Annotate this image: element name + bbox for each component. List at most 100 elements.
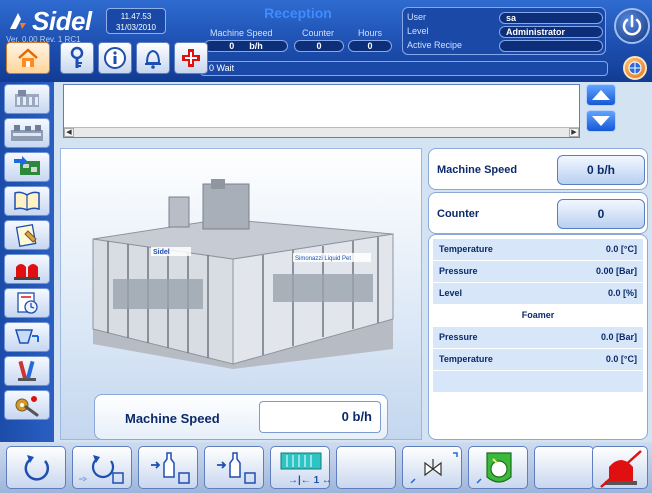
machine-speed-unit: b/h [249, 41, 263, 51]
brand-name: Sidel [32, 6, 92, 36]
machine-speed-card-label: Machine Speed [437, 164, 518, 176]
clock-report-icon [17, 292, 38, 314]
single-step-button[interactable]: →|← 1 ↔ [270, 446, 331, 489]
param-row-empty [433, 371, 643, 392]
nav-recipe[interactable] [4, 220, 50, 250]
emergency-stop-icon [600, 450, 642, 488]
io-board-icon [14, 156, 40, 175]
scroll-right-arrow[interactable]: ▶ [569, 128, 579, 137]
bell-icon [145, 49, 161, 69]
bottom-toolbar: →|← 1 ↔ [0, 442, 652, 493]
message-list-hscrollbar[interactable]: ◀ ▶ [64, 127, 579, 137]
scroll-left-arrow[interactable]: ◀ [64, 128, 74, 137]
machine-speed-value: 0 [229, 41, 235, 51]
filler-machine-image: Sidel Simonazzi Liquid Pet [92, 179, 394, 369]
bottle-feed-icon [151, 452, 190, 484]
info-icon [104, 47, 126, 69]
alarm-lights-icon [14, 264, 40, 280]
home-icon [18, 48, 38, 67]
param-row-empty [433, 393, 643, 414]
active-recipe-value [499, 40, 603, 52]
reset-cycle-icon [24, 455, 50, 481]
settings-wrench-icon [15, 396, 39, 417]
language-button[interactable] [623, 56, 647, 80]
machine-speed-panel-label: Machine Speed [125, 411, 220, 426]
cycle-start-button[interactable] [72, 446, 132, 489]
page-title: Reception [264, 5, 332, 21]
home-button[interactable] [6, 42, 50, 74]
counter-card-label: Counter [437, 208, 480, 220]
counter-readout: 0 [294, 40, 344, 52]
emergency-stop-button[interactable] [592, 446, 648, 489]
scroll-up-button[interactable] [586, 84, 616, 106]
message-list[interactable]: ◀ ▶ [63, 84, 580, 138]
hours-label: Hours [358, 28, 383, 38]
power-button[interactable] [614, 8, 650, 44]
nav-production-line[interactable] [4, 118, 50, 148]
single-step-icon: →|← 1 ↔ [280, 452, 331, 486]
header-counters: Machine Speed Counter Hours 0 b/h 0 0 [200, 26, 396, 52]
param-row: Pressure 0.00 [Bar] [433, 261, 643, 282]
cycle-start-icon [79, 455, 124, 484]
machine-speed-panel-value: 0 b/h [259, 401, 381, 433]
info-button[interactable] [98, 42, 132, 74]
param-value: 0.0 [°C] [605, 244, 637, 254]
bottle-empty-button[interactable] [204, 446, 264, 489]
manual-book-icon [14, 191, 40, 211]
param-value: 0.0 [°C] [605, 354, 637, 364]
alarms-bell-button[interactable] [136, 42, 170, 74]
param-label: Pressure [439, 266, 478, 276]
nav-clock-report[interactable] [4, 288, 50, 318]
level-label: Level [407, 26, 429, 36]
nav-alarm-lights[interactable] [4, 254, 50, 284]
nav-settings-wrench[interactable] [4, 390, 50, 420]
green-release-button[interactable] [468, 446, 528, 489]
machine-speed-panel: Machine Speed 0 b/h [94, 394, 388, 440]
param-label: Temperature [439, 244, 493, 254]
recipe-icon [15, 223, 37, 247]
param-value: 0.0 [%] [607, 288, 637, 298]
arrow-up-icon [592, 90, 610, 100]
nav-machine-overview[interactable] [4, 84, 50, 114]
login-key-button[interactable] [60, 42, 94, 74]
user-info-box: User sa Level Administrator Active Recip… [402, 7, 606, 55]
valve-button[interactable] [402, 446, 462, 489]
key-icon [70, 46, 84, 68]
first-aid-button[interactable] [174, 42, 208, 74]
bottle-empty-icon [217, 452, 256, 484]
green-release-icon [476, 452, 512, 484]
sidel-logo: Sidel Ver. 0.00 Rev. 1 RC1 [6, 5, 104, 44]
machine-brand-text: Simonazzi Liquid Pet [295, 256, 351, 262]
user-label: User [407, 12, 427, 22]
hours-readout: 0 [348, 40, 392, 52]
blank-button-1[interactable] [336, 446, 396, 489]
blank-button-2[interactable] [534, 446, 594, 489]
param-label: Temperature [439, 354, 493, 364]
param-row: Temperature 0.0 [°C] [433, 239, 643, 260]
scroll-down-button[interactable] [586, 110, 616, 132]
left-navigation [0, 82, 54, 442]
reset-cycle-button[interactable] [6, 446, 66, 489]
globe-icon [628, 61, 642, 75]
time-text: 11.47.53 [120, 12, 152, 21]
date-text: 31/03/2010 [115, 23, 157, 32]
param-section-row: Foamer [433, 305, 643, 326]
nav-io-board[interactable] [4, 152, 50, 182]
level-value: Administrator [499, 26, 603, 38]
first-aid-icon [182, 49, 200, 67]
bottle-feed-button[interactable] [138, 446, 198, 489]
nav-filler-valve[interactable] [4, 322, 50, 352]
machine-speed-readout: 0 b/h [204, 40, 288, 52]
status-message-bar: 0 Wait [200, 61, 608, 76]
counter-label: Counter [302, 28, 335, 38]
param-label: Pressure [439, 332, 478, 342]
top-header: Sidel Ver. 0.00 Rev. 1 RC1 11.47.53 31/0… [0, 0, 652, 82]
param-section-title: Foamer [521, 310, 555, 320]
date-time-box: 11.47.53 31/03/2010 [106, 8, 166, 34]
machine-speed-card: Machine Speed 0 b/h [428, 148, 648, 190]
nav-maintenance-tools[interactable] [4, 356, 50, 386]
param-value: 0.00 [Bar] [595, 266, 637, 276]
param-row: Level 0.0 [%] [433, 283, 643, 304]
machine-logo-text: Sidel [153, 249, 170, 256]
nav-manual[interactable] [4, 186, 50, 216]
